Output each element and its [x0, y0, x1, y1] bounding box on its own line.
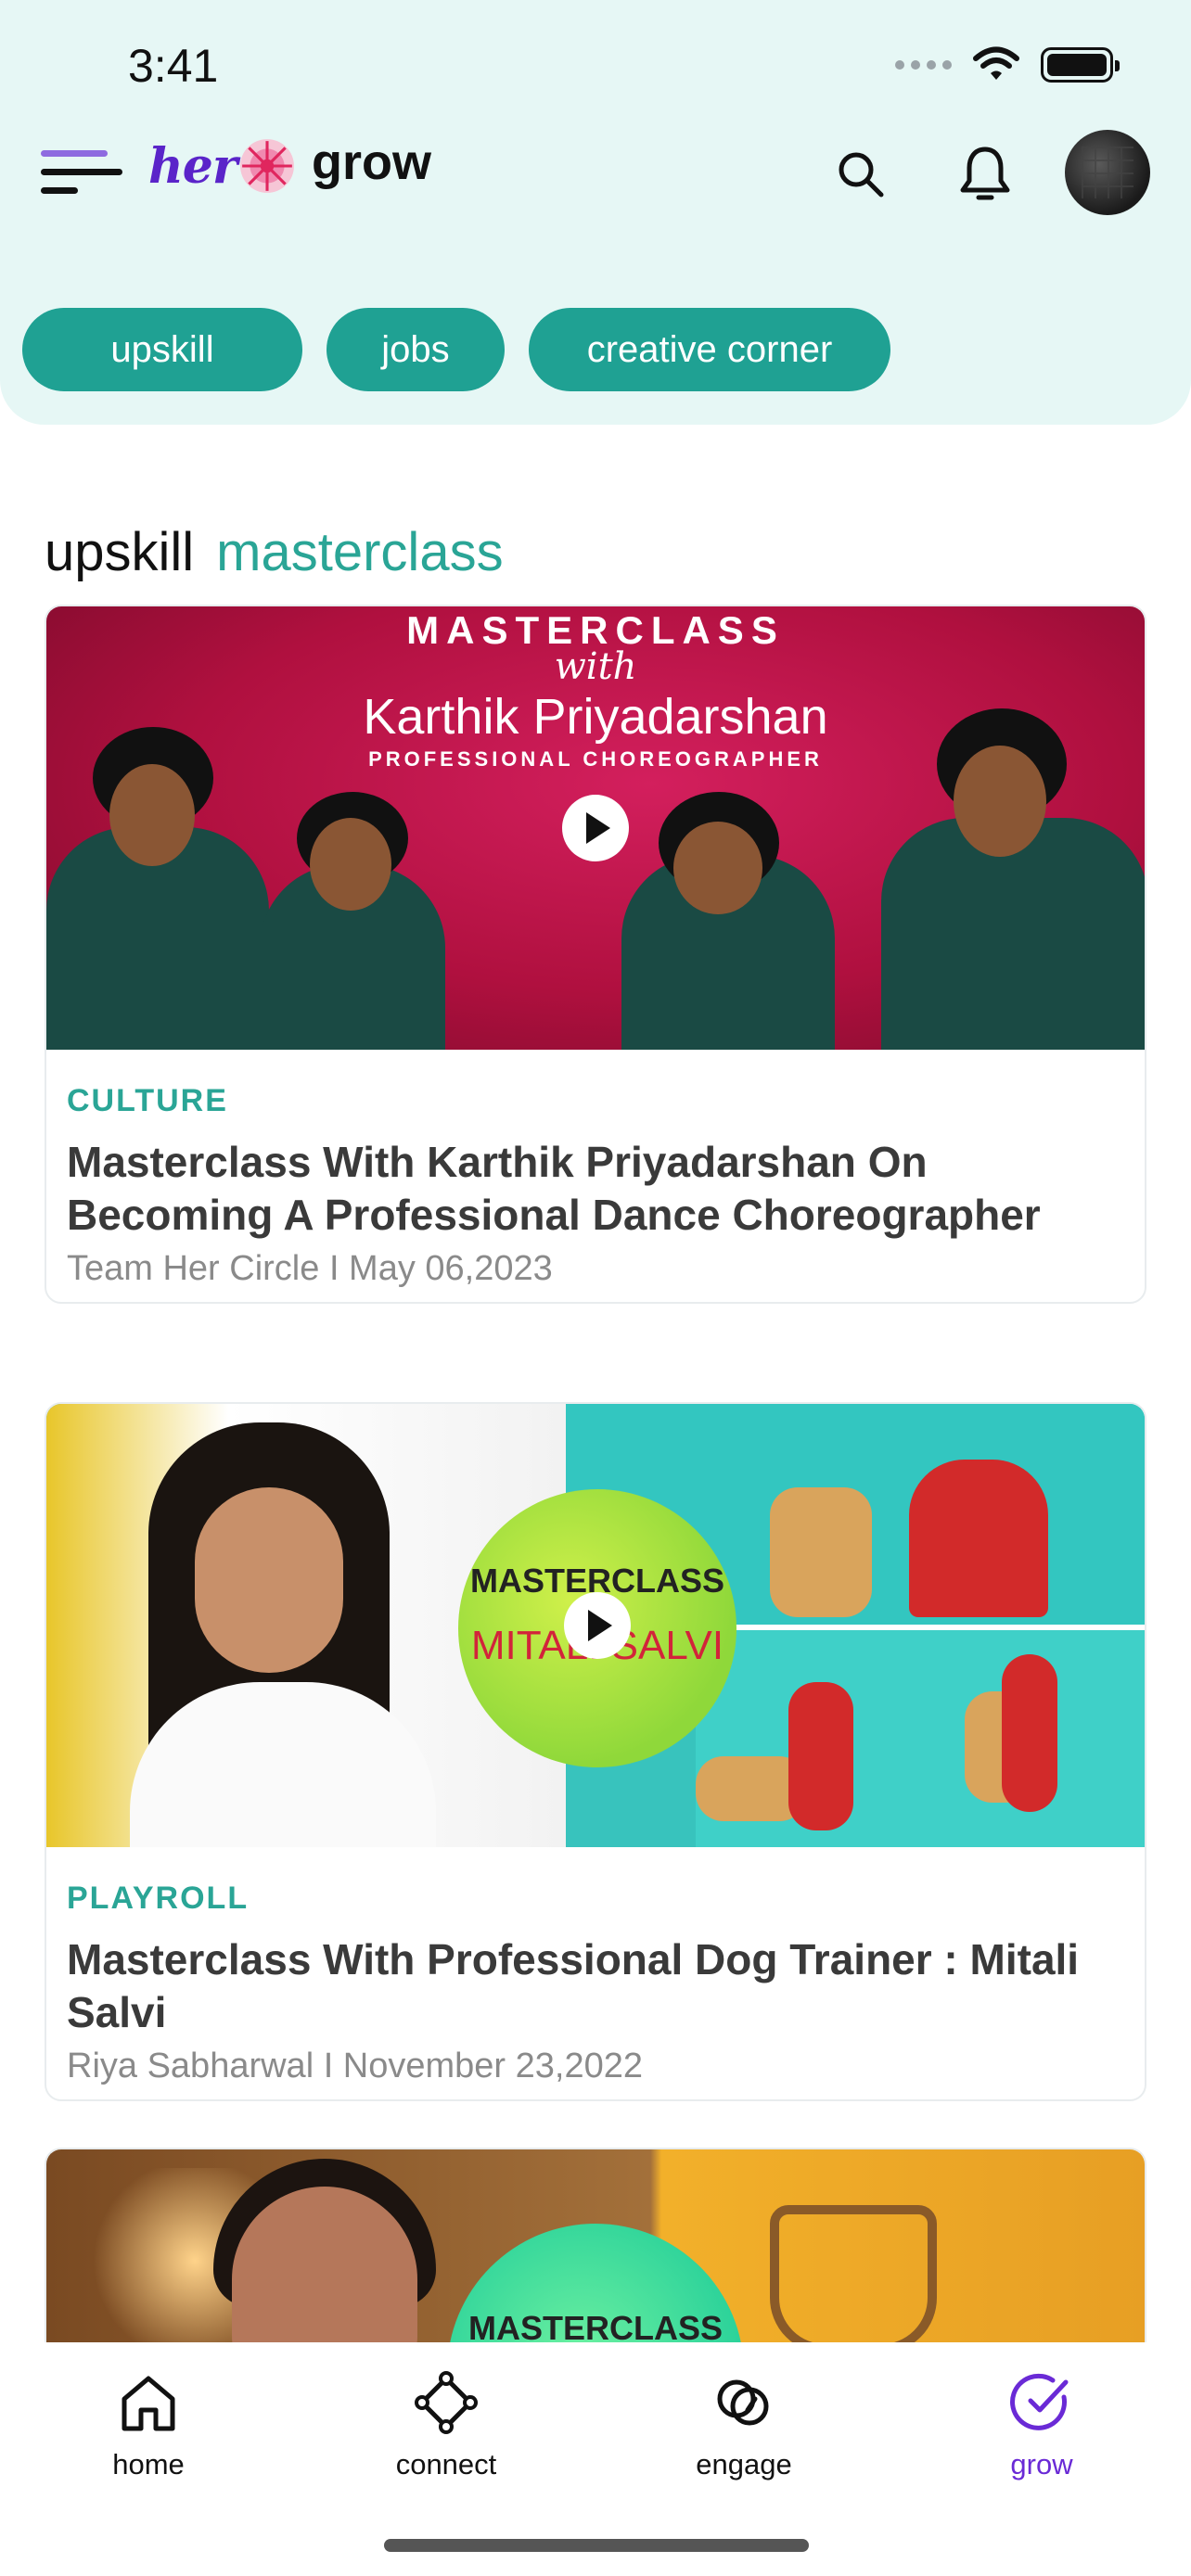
search-icon [839, 152, 884, 198]
section-heading: upskill masterclass [45, 521, 504, 583]
nav-label: connect [395, 2448, 497, 2480]
video-thumbnail[interactable]: MASTERCLASS with Karthik Priyadarshan PR… [46, 606, 1145, 1050]
card-body: CULTURE Masterclass With Karthik Priyada… [46, 1050, 1145, 1302]
article-card[interactable]: MASTERCLASS MITALI SALVI PLAYROLL Master… [45, 1402, 1146, 2101]
thumbnail-with: with [554, 645, 637, 688]
nav-grow[interactable]: grow [949, 2366, 1134, 2481]
nav-label: engage [696, 2448, 792, 2480]
page-title: grow [312, 134, 431, 190]
card-title[interactable]: Masterclass With Karthik Priyadarshan On… [67, 1136, 1124, 1242]
nav-label: grow [1010, 2448, 1073, 2480]
card-title[interactable]: Masterclass With Professional Dog Traine… [67, 1933, 1124, 2039]
wifi-icon [973, 46, 1019, 80]
section-heading-primary: upskill [45, 522, 195, 582]
home-icon [122, 2376, 175, 2431]
connect-icon [415, 2371, 478, 2434]
chip-upskill[interactable]: upskill [22, 308, 302, 391]
card-body: PLAYROLL Masterclass With Professional D… [46, 1847, 1145, 2099]
status-time: 3:41 [128, 40, 219, 92]
chip-creative-corner[interactable]: creative corner [529, 308, 890, 391]
status-icons [895, 46, 1120, 83]
app-header: 3:41 her grow upskill jobs creative corn… [0, 0, 1191, 425]
card-category[interactable]: PLAYROLL [67, 1881, 1124, 1917]
bell-icon [960, 147, 1010, 200]
notifications-button[interactable] [941, 130, 1030, 219]
grow-check-icon [1010, 2373, 1069, 2430]
category-chips: upskill jobs creative corner [22, 308, 890, 391]
app-logo[interactable]: her [148, 137, 296, 195]
chip-jobs[interactable]: jobs [327, 308, 505, 391]
nav-engage[interactable]: engage [651, 2366, 837, 2481]
video-thumbnail[interactable]: MASTERCLASS MITALI SALVI [46, 1404, 1145, 1847]
home-indicator[interactable] [384, 2539, 809, 2552]
nav-connect[interactable]: connect [353, 2366, 539, 2481]
section-heading-secondary: masterclass [216, 522, 504, 582]
engage-icon [717, 2379, 769, 2426]
top-bar: her grow [41, 130, 1150, 223]
menu-button[interactable] [41, 141, 124, 206]
card-meta: Team Her Circle I May 06,2023 [67, 1249, 553, 1288]
article-card[interactable]: MASTERCLASS with Karthik Priyadarshan PR… [45, 605, 1146, 1304]
play-icon[interactable] [562, 795, 629, 861]
logo-burst-icon [240, 139, 295, 193]
avatar[interactable] [1065, 130, 1150, 215]
nav-label: home [112, 2448, 185, 2480]
search-button[interactable] [816, 130, 905, 219]
card-category[interactable]: CULTURE [67, 1083, 1124, 1119]
nav-home[interactable]: home [56, 2366, 241, 2481]
battery-icon [1041, 47, 1120, 83]
card-meta: Riya Sabharwal I November 23,2022 [67, 2047, 644, 2085]
play-icon[interactable] [564, 1592, 631, 1659]
signal-icon [895, 60, 952, 70]
logo-text: her [148, 137, 237, 195]
